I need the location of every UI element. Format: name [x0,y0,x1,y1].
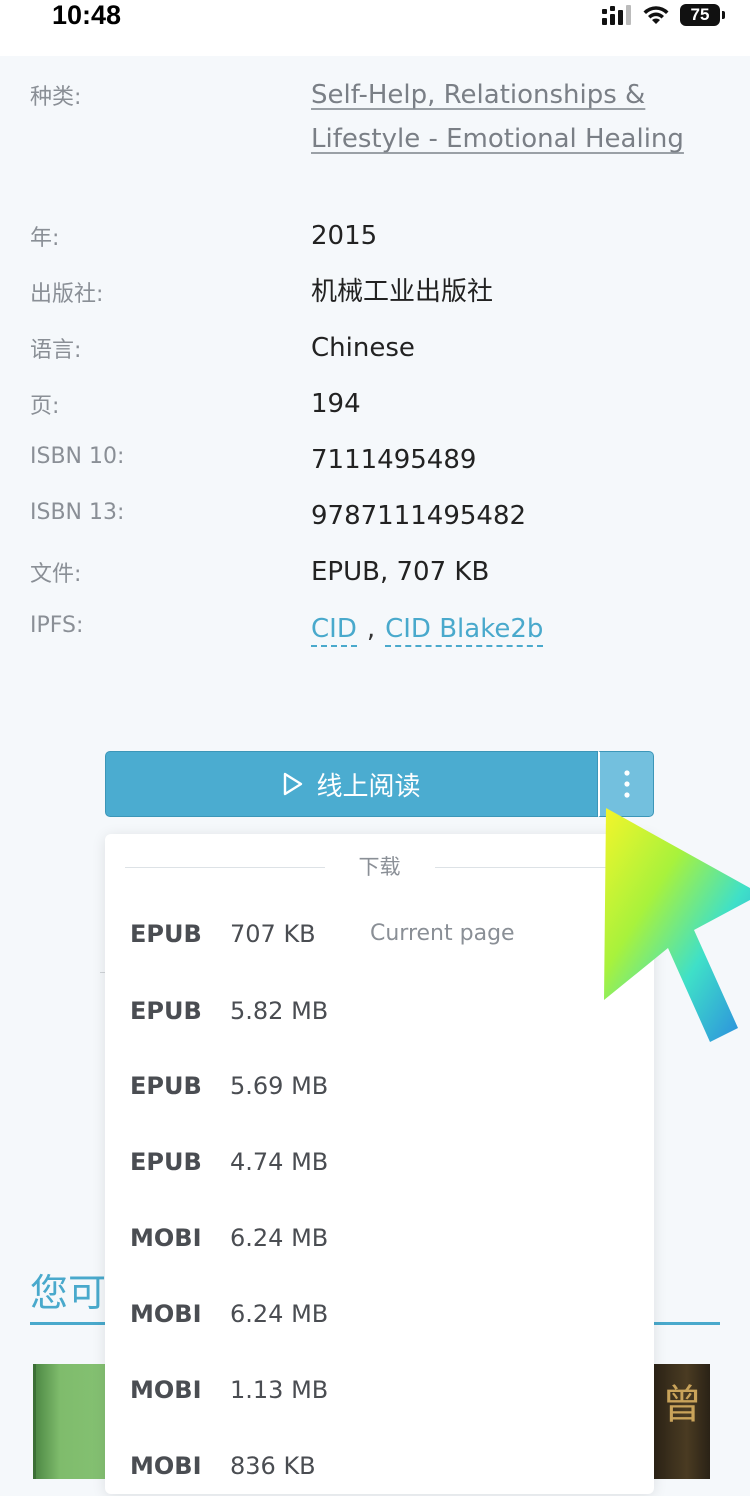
divider [435,867,635,868]
download-format: EPUB [130,1072,202,1100]
read-online-button[interactable]: 线上阅读 [105,751,598,817]
download-size: 6.24 MB [230,1224,329,1252]
download-format: MOBI [130,1376,202,1404]
section-title: 您可 [30,1271,107,1315]
book-cover-thumbnail[interactable]: 曾 [652,1364,710,1479]
download-size: 4.74 MB [230,1148,329,1176]
read-online-label: 线上阅读 [316,771,421,802]
status-icons: 75 [602,2,725,28]
detail-label: 文件: [30,562,82,587]
download-dropdown-menu: 下载 EPUB 707 KB Current page EPUB 5.82 MB… [105,834,654,1494]
detail-label: 种类: [30,85,82,110]
detail-label: 年: [30,226,60,251]
detail-value: CID, CID Blake2b [311,607,711,651]
detail-label: 出版社: [30,282,104,307]
status-time: 10:48 [52,0,122,30]
download-option[interactable]: MOBI 1.13 MB [105,1360,654,1420]
detail-value: Self-Help, Relationships & Lifestyle - E… [311,73,711,161]
detail-value: 机械工业出版社 [311,277,494,307]
download-option[interactable]: EPUB 4.74 MB [105,1132,654,1192]
detail-value: 9787111495482 [311,501,527,531]
download-size: 6.24 MB [230,1300,329,1328]
wifi-icon [643,6,669,24]
detail-label: IPFS: [30,613,84,638]
detail-label: 语言: [30,338,82,363]
current-page-note: Current page [370,921,515,946]
download-size: 5.69 MB [230,1072,329,1100]
download-format: EPUB [130,920,202,948]
download-option[interactable]: EPUB 5.82 MB [105,981,654,1041]
download-size: 1.13 MB [230,1376,329,1404]
download-option[interactable]: MOBI 6.24 MB [105,1284,654,1344]
download-format: EPUB [130,1148,202,1176]
detail-value: EPUB, 707 KB [311,557,490,587]
download-option[interactable]: EPUB 5.69 MB [105,1056,654,1116]
play-icon [284,772,303,796]
detail-value: 7111495489 [311,445,477,475]
separator: , [366,614,376,644]
status-bar: 10:48 75 [0,0,750,56]
download-format: EPUB [130,997,202,1025]
download-option[interactable]: MOBI 836 KB [105,1436,654,1496]
download-format: MOBI [130,1224,202,1252]
battery-indicator: 75 [680,4,725,26]
download-size: 5.82 MB [230,997,329,1025]
category-link[interactable]: Self-Help, Relationships & Lifestyle - E… [311,80,684,154]
cellular-signal-icon [602,5,631,25]
book-cover-glyph: 曾 [662,1382,702,1428]
vertical-dots-icon [623,770,630,798]
more-options-button[interactable] [598,751,654,817]
download-option[interactable]: MOBI 6.24 MB [105,1208,654,1268]
detail-value: Chinese [311,333,415,363]
ipfs-cid-link[interactable]: CID [311,614,357,647]
detail-label: ISBN 10: [30,444,125,469]
download-size: 707 KB [230,920,316,948]
download-size: 836 KB [230,1452,316,1480]
detail-value: 194 [311,389,361,419]
download-option[interactable]: EPUB 707 KB Current page [105,904,654,964]
ipfs-cid-blake2b-link[interactable]: CID Blake2b [385,614,544,647]
book-cover-thumbnail[interactable] [33,1364,116,1479]
download-format: MOBI [130,1300,202,1328]
detail-label: ISBN 13: [30,500,125,525]
download-format: MOBI [130,1452,202,1480]
detail-value: 2015 [311,221,378,251]
download-menu-header: 下载 [105,852,654,882]
detail-label: 页: [30,394,60,419]
